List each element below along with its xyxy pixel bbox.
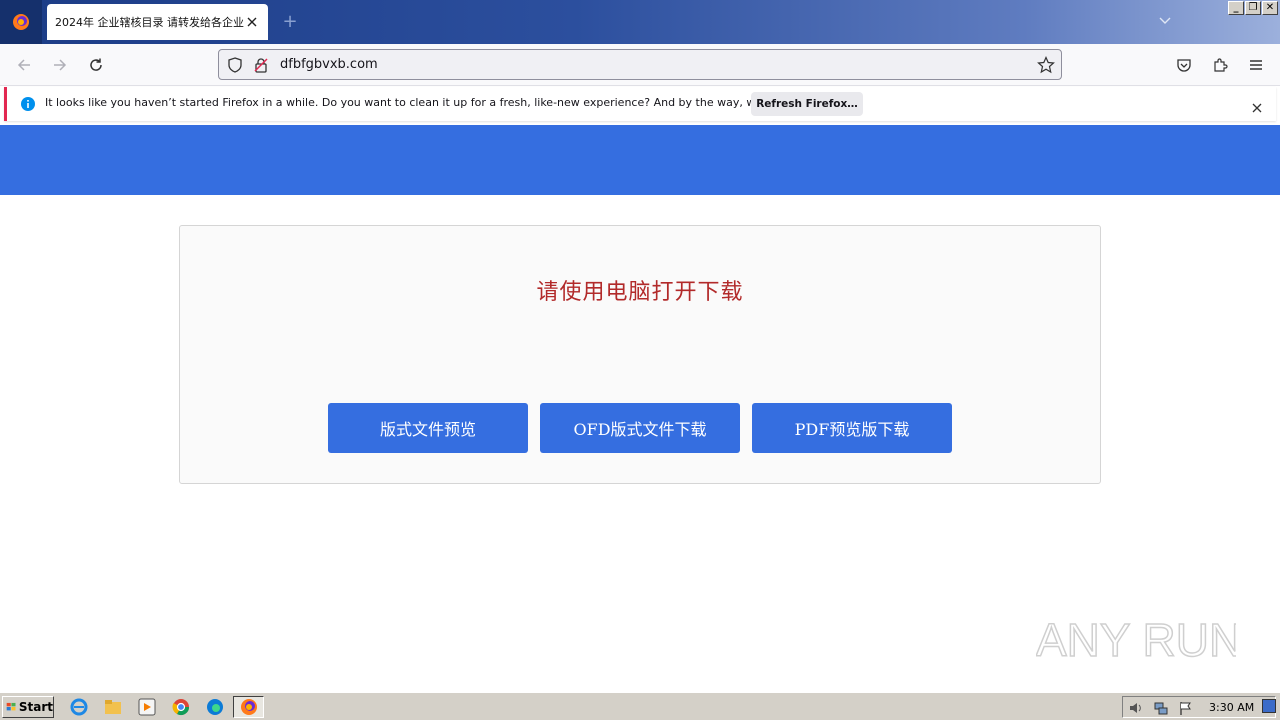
show-desktop-icon[interactable] [1262,699,1276,713]
forward-arrow-icon[interactable] [49,54,71,76]
windows-logo-icon [6,702,16,711]
browser-tab[interactable]: 2024年 企业辖核目录 请转发给各企业 [47,4,268,40]
taskbar: Start 3:30 AM [0,692,1280,720]
title-bar: 2024年 企业辖核目录 请转发给各企业 + _ ❐ ✕ [0,0,1280,44]
close-notification-icon[interactable] [1252,98,1262,117]
back-arrow-icon[interactable] [13,54,35,76]
ofd-download-button[interactable]: OFD版式文件下载 [540,403,740,453]
firefox-logo-icon[interactable] [0,0,42,44]
clock: 3:30 AM [1209,701,1255,714]
download-card: 请使用电脑打开下载 版式文件预览 OFD版式文件下载 PDF预览版下载 [179,225,1101,484]
watermark-text: ANY RUN [1036,614,1236,666]
tracking-protection-shield-icon[interactable] [227,57,243,77]
pdf-download-button[interactable]: PDF预览版下载 [752,403,952,453]
close-window-button[interactable]: ✕ [1262,1,1278,15]
system-tray: 3:30 AM [1122,696,1276,718]
volume-icon[interactable] [1128,700,1144,720]
pocket-icon[interactable] [1173,54,1195,76]
notification-message: It looks like you haven’t started Firefo… [45,96,830,109]
restore-button[interactable]: ❐ [1245,1,1261,15]
new-tab-icon[interactable]: + [280,12,300,32]
anyrun-watermark: ANY RUN [1035,606,1243,670]
info-icon [21,96,35,115]
hamburger-menu-icon[interactable] [1245,54,1267,76]
minimize-button[interactable]: _ [1228,1,1244,15]
firefox-taskbar-button[interactable] [233,696,264,718]
chrome-icon[interactable] [172,698,190,716]
insecure-lock-icon[interactable] [253,57,269,77]
preview-layout-file-button[interactable]: 版式文件预览 [328,403,528,453]
navigation-toolbar: dfbfgbvxb.com [0,44,1280,86]
list-all-tabs-icon[interactable] [1158,12,1176,30]
edge-icon[interactable] [206,698,224,716]
address-bar[interactable]: dfbfgbvxb.com [218,49,1062,80]
page-title: 请使用电脑打开下载 [536,280,744,305]
file-explorer-icon[interactable] [104,698,122,716]
tab-title: 2024年 企业辖核目录 请转发给各企业 [55,16,244,29]
extensions-icon[interactable] [1209,54,1231,76]
refresh-firefox-button[interactable]: Refresh Firefox… [751,92,863,116]
page-header-banner [0,125,1280,195]
internet-explorer-icon[interactable] [70,698,88,716]
start-button[interactable]: Start [2,696,54,718]
reload-icon[interactable] [85,54,107,76]
action-center-flag-icon[interactable] [1178,700,1194,720]
firefox-icon [241,699,257,715]
close-tab-icon[interactable] [244,14,260,30]
url-text: dfbfgbvxb.com [280,57,378,72]
media-player-icon[interactable] [138,698,156,716]
refresh-notification-bar: It looks like you haven’t started Firefo… [4,87,1276,121]
network-icon[interactable] [1153,700,1169,720]
start-label: Start [18,700,53,714]
bookmark-star-icon[interactable] [1037,56,1055,78]
